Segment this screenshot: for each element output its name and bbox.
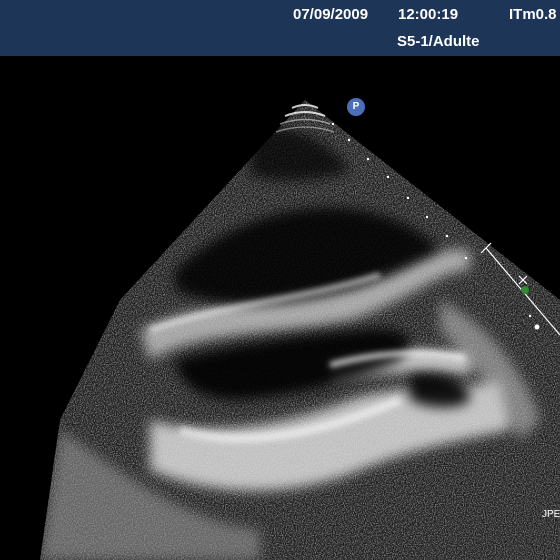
corner-label: JPE: [542, 509, 560, 520]
scan-sector: [40, 100, 560, 560]
thermal-index: ITm0.8: [509, 6, 557, 23]
caliper-point-icon: [521, 286, 529, 294]
exam-date: 07/09/2009: [293, 6, 369, 23]
header-bar: 07/09/2009 12:00:19 ITm0.8 S5-1/Adulte: [0, 0, 560, 56]
probe-preset: S5-1/Adulte: [397, 33, 480, 50]
ultrasound-image: [0, 56, 560, 560]
orientation-marker-icon: P: [347, 98, 365, 116]
exam-time: 12:00:19: [398, 6, 459, 23]
